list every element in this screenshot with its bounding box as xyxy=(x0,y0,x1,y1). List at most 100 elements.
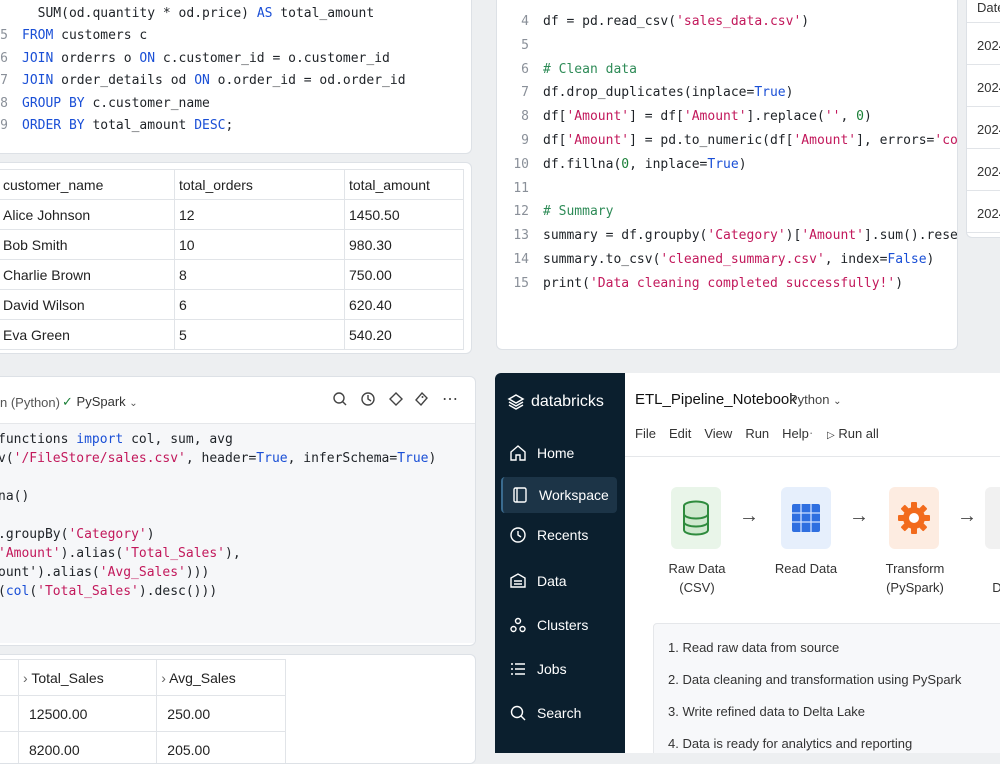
date-cell: 2024 xyxy=(977,38,1000,53)
table-cell: 1450.50 xyxy=(345,200,464,230)
code-token: 'cleaned_summary.csv' xyxy=(660,252,824,267)
clusters-icon xyxy=(509,616,527,634)
sidebar-item-home[interactable]: Home xyxy=(501,435,617,471)
table-cell: 250.00 xyxy=(157,696,286,732)
databricks-logo[interactable]: databricks xyxy=(507,393,604,411)
column-header[interactable]: › Avg_Sales xyxy=(157,660,286,696)
sidebar-item-recents[interactable]: Recents xyxy=(501,517,617,553)
code-token: ( xyxy=(29,584,37,599)
code-token: summary = df.groupby( xyxy=(543,228,707,243)
code-line: 6JOIN orderrs o ON c.customer_id = o.cus… xyxy=(0,51,390,67)
read-data-node[interactable] xyxy=(781,487,831,549)
table-cell: 540.20 xyxy=(345,320,464,350)
code-line: functions import col, sum, avg xyxy=(0,432,233,448)
tag-icon[interactable] xyxy=(414,391,430,412)
gear-icon xyxy=(897,501,931,535)
clock-icon xyxy=(509,526,527,544)
menu-edit[interactable]: Edit xyxy=(669,426,691,441)
diamond-icon[interactable] xyxy=(388,391,404,412)
pyspark-result-table: › Total_Sales› Avg_Sales12500.00250.0082… xyxy=(0,659,286,764)
pyspark-code-editor[interactable]: functions import col, sum, avg v('/FileSt… xyxy=(0,423,475,643)
notebook-menu: File Edit View Run Help xyxy=(635,426,809,441)
menu-file[interactable]: File xyxy=(635,426,656,441)
notebook-title[interactable]: ETL_Pipeline_Notebook xyxy=(635,391,797,408)
search-icon[interactable] xyxy=(332,391,348,412)
runtime-selector[interactable]: ✓ PySpark ⌄ xyxy=(62,394,138,410)
column-header[interactable]: customer_name xyxy=(0,170,175,200)
sql-code-editor[interactable]: SUM(od.quantity * od.price) AS total_amo… xyxy=(0,0,471,153)
code-token: 'coerce' xyxy=(934,133,958,148)
chevron-right-icon: › xyxy=(161,670,169,686)
sidebar-item-workspace[interactable]: Workspace xyxy=(501,477,617,513)
workspace-icon xyxy=(511,486,529,504)
code-token: ].replace( xyxy=(747,109,825,124)
database-icon xyxy=(681,500,711,536)
chevron-down-icon: ⌄ xyxy=(833,396,841,407)
brand-name: databricks xyxy=(531,393,604,411)
table-row: Alice Johnson121450.50 xyxy=(0,200,464,230)
column-header xyxy=(0,660,19,696)
column-header[interactable]: › Total_Sales xyxy=(19,660,157,696)
code-line: SUM(od.quantity * od.price) AS total_amo… xyxy=(0,6,374,22)
code-token: ) xyxy=(927,252,935,267)
table-header-row: › Total_Sales› Avg_Sales xyxy=(0,660,286,696)
transform-label-line1: Transform xyxy=(877,559,953,578)
code-token: ON xyxy=(139,51,155,66)
row-divider xyxy=(967,148,1000,149)
language-selector[interactable]: Python ⌄ xyxy=(789,392,842,407)
code-token: False xyxy=(887,252,926,267)
code-token: 0 xyxy=(621,157,629,172)
sidebar-item-jobs[interactable]: Jobs xyxy=(501,651,617,687)
code-token: '/FileStore/sales.csv' xyxy=(14,451,186,466)
delta-node[interactable] xyxy=(985,487,1000,549)
cell-language-label: n (Python) xyxy=(0,395,60,410)
more-options-icon[interactable]: ⋯ xyxy=(442,389,458,409)
menu-run[interactable]: Run xyxy=(745,426,769,441)
code-token: True xyxy=(256,451,287,466)
sidebar-item-data[interactable]: Data xyxy=(501,563,617,599)
table-cell: 12500.00 xyxy=(19,696,157,732)
code-token: 'Amount' xyxy=(0,546,61,561)
column-header[interactable]: total_amount xyxy=(345,170,464,200)
code-line: 15print('Data cleaning completed success… xyxy=(501,276,903,292)
menu-view[interactable]: View xyxy=(704,426,732,441)
run-all-button[interactable]: ▷ Run all xyxy=(827,426,879,441)
transform-node[interactable] xyxy=(889,487,939,549)
code-token: v( xyxy=(0,451,14,466)
sidebar-item-search[interactable]: Search xyxy=(501,695,617,731)
row-divider xyxy=(967,106,1000,107)
code-token: ) xyxy=(801,14,809,29)
table-cell: 620.40 xyxy=(345,290,464,320)
python-code-editor[interactable]: 4df = pd.read_csv('sales_data.csv')56# C… xyxy=(497,0,957,349)
code-line: 7JOIN order_details od ON o.order_id = o… xyxy=(0,73,406,89)
sidebar-item-clusters[interactable]: Clusters xyxy=(501,607,617,643)
data-icon xyxy=(509,572,527,590)
code-token: 'Amount' xyxy=(566,109,629,124)
code-token: ; xyxy=(226,118,234,133)
code-token: ) xyxy=(786,85,794,100)
cell-toolbar: n (Python) ✓ PySpark ⌄ ⋯ xyxy=(0,377,475,423)
sidebar-item-label: Jobs xyxy=(537,661,567,677)
code-token: 'Amount' xyxy=(793,133,856,148)
code-line: na() xyxy=(0,489,29,505)
table-cell: 12 xyxy=(175,200,345,230)
check-icon: ✓ xyxy=(62,394,73,409)
code-line: 10df.fillna(0, inplace=True) xyxy=(501,157,747,173)
raw-data-node[interactable] xyxy=(671,487,721,549)
jobs-icon xyxy=(509,660,527,678)
code-token: DESC xyxy=(194,118,225,133)
history-icon[interactable] xyxy=(360,391,376,412)
column-header[interactable]: total_orders xyxy=(175,170,345,200)
date-cell: 2024 xyxy=(977,122,1000,137)
table-cell: Eva Green xyxy=(0,320,175,350)
code-token: SUM(od.quantity * od.price) xyxy=(38,6,257,21)
table-cell: 10 xyxy=(175,230,345,260)
raw-data-label: Raw Data (CSV) xyxy=(661,559,733,597)
table-cell: 980.30 xyxy=(345,230,464,260)
sidebar-item-label: Clusters xyxy=(537,617,588,633)
menu-help[interactable]: Help xyxy=(782,426,809,441)
code-token: 'Category' xyxy=(68,527,146,542)
code-token: c.customer_id = o.customer_id xyxy=(155,51,390,66)
line-number: 13 xyxy=(501,228,529,244)
code-token: df.fillna( xyxy=(543,157,621,172)
